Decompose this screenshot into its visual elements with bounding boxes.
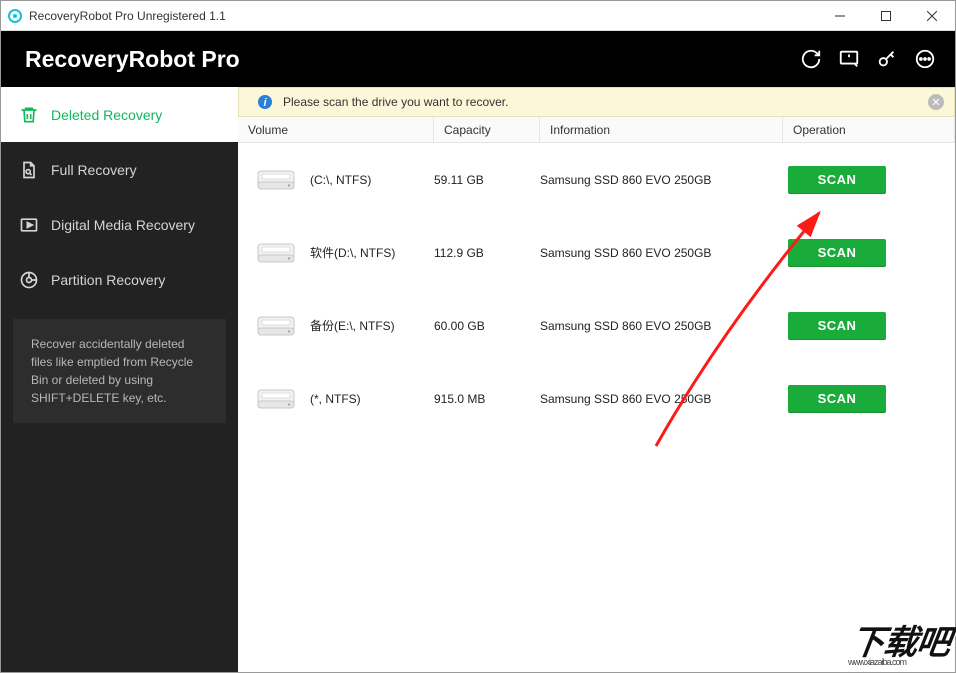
close-button[interactable] [909,1,955,31]
cell-operation: SCAN [788,166,955,194]
drive-icon [256,311,296,341]
cell-volume: 软件(D:\, NTFS) [310,244,434,261]
sidebar-item-label: Deleted Recovery [51,107,162,123]
table-row: (C:\, NTFS)59.11 GBSamsung SSD 860 EVO 2… [238,143,955,216]
main-panel: i Please scan the drive you want to reco… [238,87,955,672]
sidebar-item-label: Digital Media Recovery [51,217,195,233]
drive-icon [256,238,296,268]
drive-icon [256,165,296,195]
cell-volume: (C:\, NTFS) [310,173,434,187]
cell-operation: SCAN [788,312,955,340]
cell-volume: 备份(E:\, NTFS) [310,317,434,334]
cell-capacity: 60.00 GB [434,319,540,333]
info-icon: i [257,94,273,110]
sidebar-item-partition-recovery[interactable]: Partition Recovery [1,252,238,307]
disc-icon [19,270,39,290]
titlebar: RecoveryRobot Pro Unregistered 1.1 [1,1,955,31]
info-bar: i Please scan the drive you want to reco… [238,87,955,117]
more-icon[interactable] [913,47,937,71]
cell-volume: (*, NTFS) [310,392,434,406]
document-search-icon [19,160,39,180]
col-operation[interactable]: Operation [783,117,955,143]
window-controls [817,1,955,31]
scan-button[interactable]: SCAN [788,385,886,413]
sidebar-item-label: Full Recovery [51,162,137,178]
minimize-button[interactable] [817,1,863,31]
app-logo-icon [7,8,23,24]
cell-information: Samsung SSD 860 EVO 250GB [540,173,788,187]
cell-information: Samsung SSD 860 EVO 250GB [540,319,788,333]
table-row: 软件(D:\, NTFS)112.9 GBSamsung SSD 860 EVO… [238,216,955,289]
sidebar-description: Recover accidentally deleted files like … [13,319,226,423]
window-title: RecoveryRobot Pro Unregistered 1.1 [29,9,226,23]
table-body: (C:\, NTFS)59.11 GBSamsung SSD 860 EVO 2… [238,143,955,672]
sidebar: Deleted Recovery Full Recovery Digital M… [1,87,238,672]
cell-capacity: 59.11 GB [434,173,540,187]
maximize-button[interactable] [863,1,909,31]
cell-capacity: 112.9 GB [434,246,540,260]
feedback-icon[interactable] [837,47,861,71]
info-message: Please scan the drive you want to recove… [283,95,508,109]
scan-button[interactable]: SCAN [788,166,886,194]
sidebar-item-label: Partition Recovery [51,272,165,288]
sidebar-item-full-recovery[interactable]: Full Recovery [1,142,238,197]
table-row: 备份(E:\, NTFS)60.00 GBSamsung SSD 860 EVO… [238,289,955,362]
infobar-close-icon[interactable]: ✕ [928,94,944,110]
sidebar-item-deleted-recovery[interactable]: Deleted Recovery [1,87,238,142]
scan-button[interactable]: SCAN [788,312,886,340]
col-information[interactable]: Information [540,117,783,143]
cell-capacity: 915.0 MB [434,392,540,406]
media-icon [19,215,39,235]
table-header: Volume Capacity Information Operation [238,117,955,143]
brand-title: RecoveryRobot Pro [25,46,240,73]
scan-button[interactable]: SCAN [788,239,886,267]
sidebar-item-digital-media[interactable]: Digital Media Recovery [1,197,238,252]
header-toolbar [799,47,937,71]
refresh-icon[interactable] [799,47,823,71]
col-capacity[interactable]: Capacity [434,117,540,143]
trash-icon [19,105,39,125]
cell-information: Samsung SSD 860 EVO 250GB [540,246,788,260]
key-icon[interactable] [875,47,899,71]
app-header: RecoveryRobot Pro [1,31,955,87]
col-volume[interactable]: Volume [238,117,434,143]
cell-information: Samsung SSD 860 EVO 250GB [540,392,788,406]
table-row: (*, NTFS)915.0 MBSamsung SSD 860 EVO 250… [238,362,955,435]
content-area: Deleted Recovery Full Recovery Digital M… [1,87,955,672]
drive-icon [256,384,296,414]
cell-operation: SCAN [788,385,955,413]
cell-operation: SCAN [788,239,955,267]
